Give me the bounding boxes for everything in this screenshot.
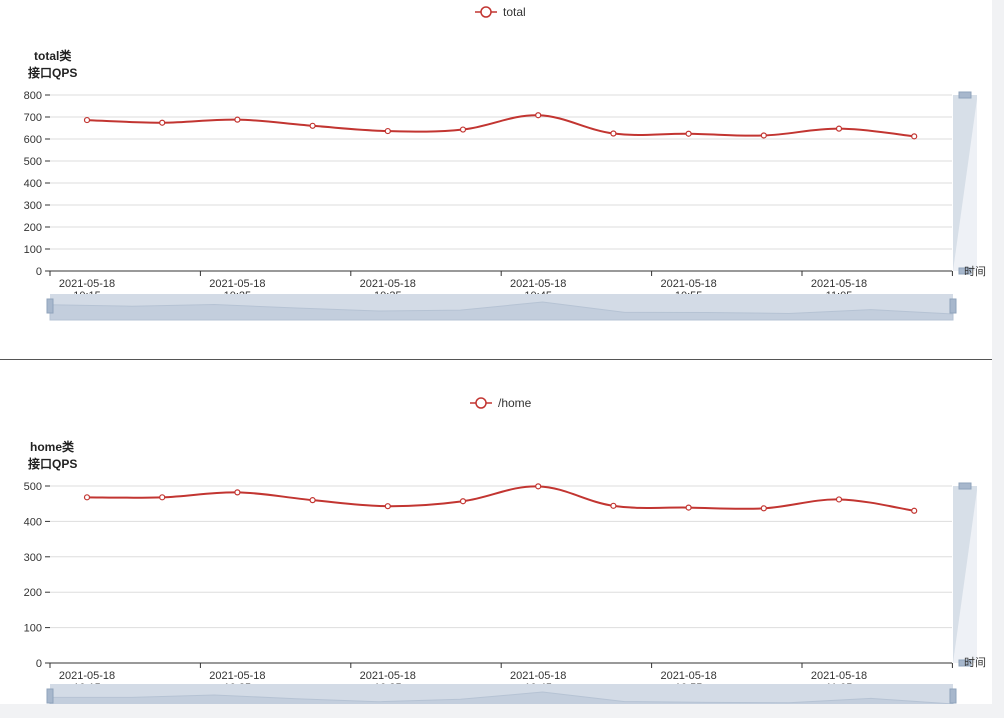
- legend-label: total: [503, 5, 526, 19]
- data-point: [384, 127, 391, 135]
- y-tick-label: 400: [24, 178, 42, 190]
- data-point: [159, 494, 166, 501]
- x-axis: [49, 271, 953, 276]
- legend[interactable]: total: [475, 5, 526, 19]
- x-tick-date: 2021-05-18: [811, 670, 867, 682]
- horizontal-data-zoom[interactable]: [46, 294, 957, 321]
- data-point: [760, 132, 767, 139]
- legend-circle-icon: [480, 6, 492, 18]
- hzoom-handle-left: [46, 298, 54, 314]
- data-point: [459, 126, 467, 133]
- y-tick-label: 0: [36, 658, 42, 670]
- y-tick-label: 700: [24, 112, 42, 124]
- page-bottom-margin: [0, 704, 1004, 718]
- y-tick-label: 100: [24, 623, 42, 635]
- data-point: [835, 496, 843, 503]
- x-tick-date: 2021-05-18: [811, 278, 867, 290]
- y-tick-label: 400: [24, 516, 42, 528]
- y-tick-label: 200: [24, 587, 42, 599]
- y-tick-label: 100: [24, 244, 42, 256]
- data-point: [685, 130, 692, 137]
- series-layer: [83, 483, 918, 514]
- y-tick-label: 500: [24, 156, 42, 168]
- hzoom-handle-right: [949, 688, 957, 704]
- vertical-data-zoom[interactable]: [953, 482, 977, 667]
- hzoom-handle-right: [949, 298, 957, 314]
- data-point: [83, 494, 91, 501]
- chart-home-svg: /home home类 接口QPS 0 100 200 300 400 500 2021-…: [24, 396, 986, 711]
- data-point: [384, 503, 391, 510]
- y-tick-labels: 0 100 200 300 400 500: [24, 481, 42, 670]
- chart-total-svg: total total类 接口QPS 0 100 200 300 400 500 600 70…: [24, 5, 986, 321]
- data-point: [159, 119, 166, 126]
- y-tick-label: 0: [36, 266, 42, 278]
- x-tick-date: 2021-05-18: [510, 670, 566, 682]
- data-point: [309, 122, 316, 129]
- series-line: [86, 114, 915, 138]
- y-tick-label: 600: [24, 134, 42, 146]
- vzoom-handle-top: [958, 482, 972, 490]
- panel-divider: [0, 359, 992, 360]
- x-axis: [49, 663, 953, 668]
- x-axis-name: 时间: [964, 265, 986, 278]
- chart-panel-home: /home home类 接口QPS 0 100 200 300 400 500 2021-…: [0, 361, 1004, 718]
- series-line: [86, 485, 915, 512]
- y-tick-label: 500: [24, 481, 42, 493]
- data-point: [234, 489, 241, 496]
- x-tick-date: 2021-05-18: [360, 670, 416, 682]
- y-tick-label: 300: [24, 552, 42, 564]
- data-point: [535, 483, 542, 490]
- data-point: [760, 505, 767, 512]
- y-axis-title-line1: home类: [30, 439, 75, 454]
- data-point: [535, 112, 542, 119]
- data-point: [610, 130, 617, 137]
- y-axis-title-line2: 接口QPS: [28, 65, 77, 80]
- x-tick-date: 2021-05-18: [660, 670, 716, 682]
- legend-label: /home: [498, 396, 532, 410]
- y-tick-label: 200: [24, 222, 42, 234]
- hzoom-handle-left: [46, 688, 54, 704]
- y-tick-label: 300: [24, 200, 42, 212]
- data-point: [83, 116, 91, 124]
- y-tick-labels: 0 100 200 300 400 500 600 700 800: [24, 90, 42, 278]
- legend-circle-icon: [475, 397, 487, 409]
- data-point: [309, 497, 316, 504]
- data-point: [459, 498, 467, 505]
- y-axis-title-line2: 接口QPS: [28, 456, 77, 471]
- x-tick-date: 2021-05-18: [209, 278, 265, 290]
- vertical-data-zoom[interactable]: [953, 91, 977, 275]
- vzoom-handle-top: [958, 91, 972, 99]
- chart-panel-total: total total类 接口QPS 0 100 200 300 400 500 600 70…: [0, 0, 1004, 360]
- x-tick-date: 2021-05-18: [209, 670, 265, 682]
- y-grid: [45, 485, 952, 664]
- data-point: [911, 133, 918, 140]
- x-tick-date: 2021-05-18: [59, 670, 115, 682]
- legend[interactable]: /home: [470, 396, 532, 410]
- data-point: [234, 116, 241, 123]
- y-tick-label: 800: [24, 90, 42, 102]
- y-axis-title-line1: total类: [34, 48, 72, 63]
- x-tick-date: 2021-05-18: [660, 278, 716, 290]
- x-tick-date: 2021-05-18: [59, 278, 115, 290]
- x-tick-date: 2021-05-18: [360, 278, 416, 290]
- data-point: [911, 507, 918, 514]
- data-point: [835, 125, 843, 132]
- data-point: [685, 504, 692, 511]
- x-axis-name: 时间: [964, 656, 986, 669]
- x-tick-date: 2021-05-18: [510, 278, 566, 290]
- data-point: [610, 502, 617, 509]
